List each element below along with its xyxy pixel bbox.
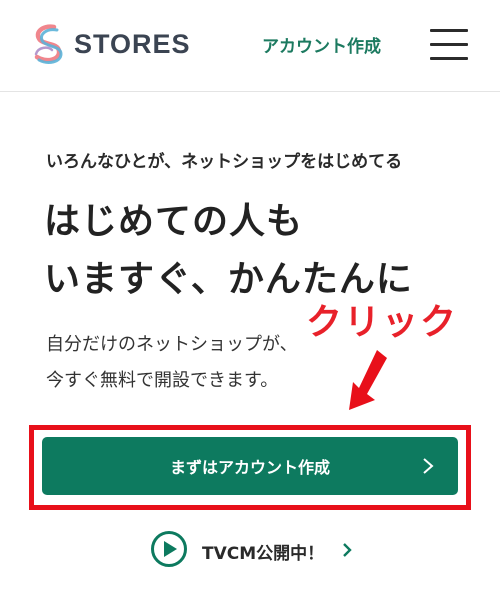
play-circle-icon <box>151 531 187 567</box>
tvcm-link[interactable]: TVCM公開中！ <box>150 530 360 570</box>
hero-lead: いろんなひとが、ネットショップをはじめてる <box>46 152 403 172</box>
create-account-button-label: まずはアカウント作成 <box>169 458 330 477</box>
chevron-right-icon <box>343 543 352 557</box>
arrow-down-icon <box>349 350 387 410</box>
create-account-button[interactable]: まずはアカウント作成 <box>42 437 458 495</box>
page: STORES アカウント作成 いろんなひとが、ネットショップをはじめてる はじめ… <box>0 0 500 610</box>
stores-logo[interactable]: STORES <box>28 21 198 67</box>
stores-logo-mark-icon <box>34 24 63 64</box>
hero-headline-line-1: はじめての人も <box>44 201 304 242</box>
brand-name: STORES <box>74 29 191 59</box>
menu-icon[interactable] <box>430 27 470 61</box>
hero-description-line-1: 自分だけのネットショップが、 <box>46 334 298 355</box>
hero-description-line-2: 今すぐ無料で開設できます。 <box>46 370 279 391</box>
tvcm-label: TVCM公開中！ <box>202 544 325 564</box>
click-annotation-label: クリック <box>306 302 459 343</box>
chevron-right-icon <box>423 458 434 474</box>
create-account-link[interactable]: アカウント作成 <box>262 32 381 57</box>
site-header: STORES アカウント作成 <box>0 0 500 92</box>
